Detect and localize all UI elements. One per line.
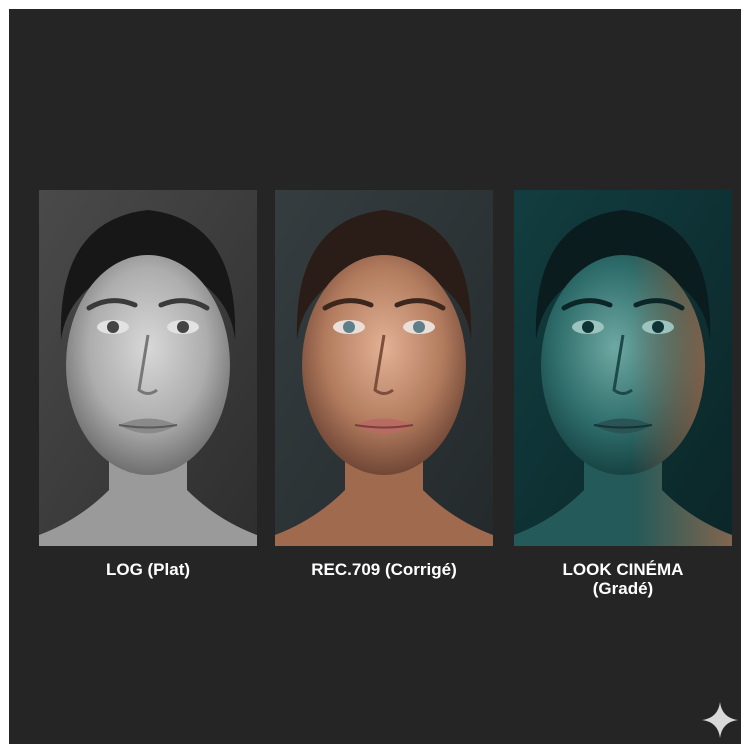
caption-cinema-line-1: LOOK CINÉMA xyxy=(562,560,684,579)
caption-log: LOG (Plat) xyxy=(28,560,268,579)
portrait-panel-log xyxy=(39,190,257,546)
caption-rec709-line-1: REC.709 (Corrigé) xyxy=(311,560,457,579)
portrait-cinema-image xyxy=(514,190,732,546)
caption-log-line-1: LOG (Plat) xyxy=(105,560,191,579)
portrait-log-image xyxy=(39,190,257,546)
portrait-rec709-image xyxy=(275,190,493,546)
caption-cinema: LOOK CINÉMA (Gradé) xyxy=(503,560,743,598)
portrait-panel-rec709 xyxy=(275,190,493,546)
caption-rec709: REC.709 (Corrigé) xyxy=(264,560,504,579)
sparkle-icon xyxy=(702,702,738,738)
image-canvas: LOG (Plat) REC.709 (Corrigé) LOOK CINÉMA… xyxy=(9,9,741,744)
caption-cinema-line-2: (Gradé) xyxy=(592,579,654,598)
portrait-panel-cinema xyxy=(514,190,732,546)
